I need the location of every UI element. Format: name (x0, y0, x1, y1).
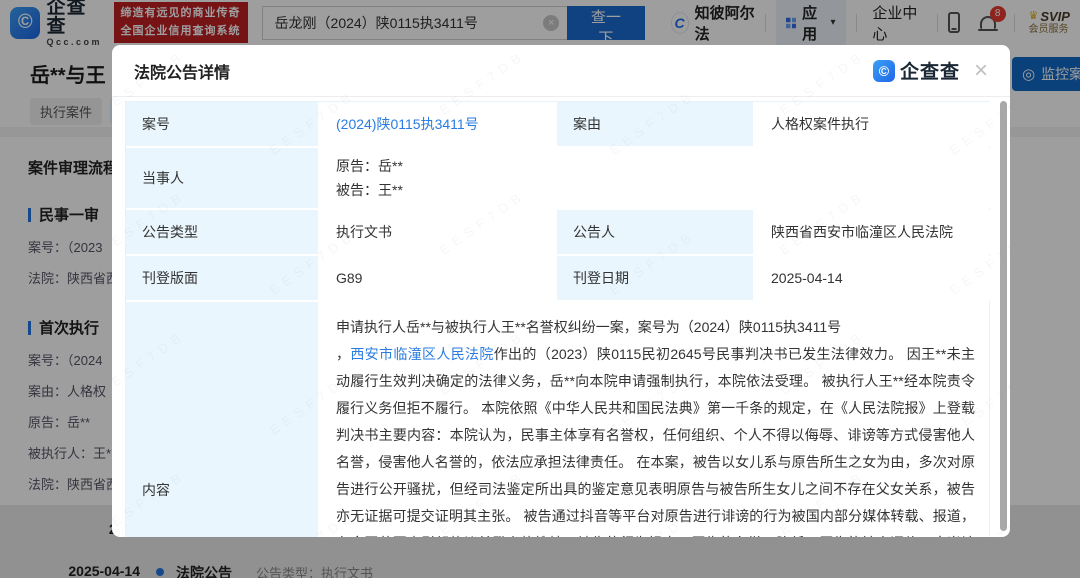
party-plaintiff: 原告：岳** (336, 154, 403, 178)
screen: © 企查查 Qcc.com 缔造有远见的商业传奇 全国企业信用查询系统 × 查一… (0, 0, 1080, 578)
field-label-content: 内容 (126, 302, 318, 537)
content-pre-link: ， (336, 346, 350, 362)
content-rest: 作出的（2023）陕0115民初2645号民事判决书已发生法律效力。 因王**未… (336, 346, 975, 537)
announcement-content: 申请执行人岳**与被执行人王**名誉权纠纷一案，案号为（2024）陕0115执3… (320, 302, 991, 537)
field-label-case-no: 案号 (126, 102, 318, 146)
modal-brand-name: 企查查 (900, 57, 960, 84)
modal-title: 法院公告详情 (134, 59, 230, 83)
modal-header: 法院公告详情 © 企查查 × (112, 45, 1010, 97)
field-label-date: 刊登日期 (557, 256, 753, 300)
modal-scrollbar[interactable] (1000, 101, 1007, 531)
case-no-link[interactable]: (2024)陕0115执3411号 (336, 114, 479, 134)
modal-body: 案号 (2024)陕0115执3411号 案由 人格权案件执行 当事人 原告：岳… (112, 97, 1010, 537)
announcement-detail-table: 案号 (2024)陕0115执3411号 案由 人格权案件执行 当事人 原告：岳… (125, 101, 990, 537)
court-announcement-modal: EESF7DBEESF7DBEESF7DBEESF7DBEESF7DBEESF7… (112, 45, 1010, 537)
field-label-cause: 案由 (557, 102, 753, 146)
field-value-cause: 人格权案件执行 (755, 102, 991, 146)
field-value-date: 2025-04-14 (755, 256, 991, 300)
field-value-party: 原告：岳** 被告：王** (320, 148, 991, 208)
field-value-announcer: 陕西省西安市临潼区人民法院 (755, 210, 991, 254)
content-line1: 申请执行人岳**与被执行人王**名誉权纠纷一案，案号为（2024）陕0115执3… (336, 319, 841, 335)
modal-brand-icon: © (873, 60, 895, 82)
field-label-announcer: 公告人 (557, 210, 753, 254)
field-value-page: G89 (320, 256, 555, 300)
close-icon[interactable]: × (974, 59, 988, 83)
field-label-party: 当事人 (126, 148, 318, 208)
field-label-type: 公告类型 (126, 210, 318, 254)
court-link[interactable]: 西安市临潼区人民法院 (350, 346, 493, 362)
field-value-type: 执行文书 (320, 210, 555, 254)
modal-brand-logo: © 企查查 (873, 57, 960, 84)
field-label-page: 刊登版面 (126, 256, 318, 300)
party-defendant: 被告：王** (336, 178, 403, 202)
